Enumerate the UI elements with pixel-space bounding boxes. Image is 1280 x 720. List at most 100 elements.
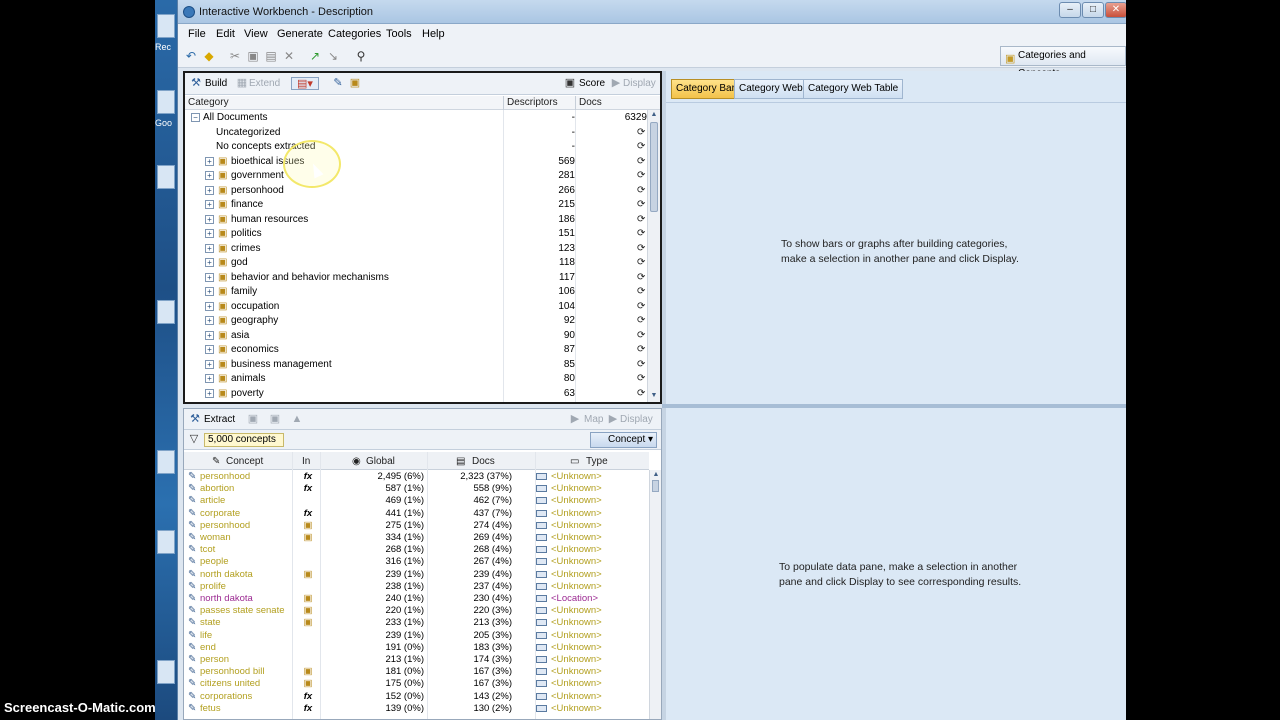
- concept-row[interactable]: ✎ corporate fx 441 (1%) 437 (7%) <Unknown>: [184, 508, 649, 520]
- extract-button[interactable]: Extract: [204, 414, 235, 425]
- desktop-app-icon[interactable]: [157, 165, 175, 189]
- paste-icon[interactable]: ▤: [264, 49, 278, 63]
- display-button[interactable]: Display: [620, 414, 653, 425]
- close-button[interactable]: ✕: [1105, 2, 1126, 18]
- category-row[interactable]: + ▣ animals 80 ⟳: [185, 372, 649, 387]
- refresh-icon[interactable]: ⟳: [637, 330, 645, 341]
- category-row[interactable]: + ▣ asia 90 ⟳: [185, 329, 649, 344]
- concept-row[interactable]: ✎ article 469 (1%) 462 (7%) <Unknown>: [184, 495, 649, 507]
- concept-row[interactable]: ✎ personhood bill ▣ 181 (0%) 167 (3%) <Unknow…: [184, 666, 649, 678]
- score-button[interactable]: Score: [579, 78, 605, 89]
- category-row[interactable]: No concepts extracted - ⟳: [185, 140, 649, 155]
- expand-icon[interactable]: +: [205, 258, 214, 267]
- refresh-icon[interactable]: ⟳: [637, 141, 645, 152]
- lightbulb-icon[interactable]: ◆: [202, 49, 216, 63]
- edit-icon[interactable]: ✎: [331, 77, 345, 90]
- desktop-app-icon[interactable]: [157, 660, 175, 684]
- menu-categories[interactable]: Categories: [328, 28, 381, 40]
- docs-column-header[interactable]: Docs: [579, 97, 602, 108]
- build-button[interactable]: Build: [205, 78, 227, 89]
- expand-icon[interactable]: +: [205, 200, 214, 209]
- expand-icon[interactable]: +: [205, 214, 214, 224]
- expand-icon[interactable]: +: [205, 359, 214, 369]
- menu-edit[interactable]: Edit: [216, 28, 235, 40]
- refresh-icon[interactable]: ⟳: [637, 199, 645, 210]
- menu-tools[interactable]: Tools: [386, 28, 412, 40]
- category-row[interactable]: + ▣ finance 215 ⟳: [185, 198, 649, 213]
- scroll-up-icon[interactable]: ▲: [652, 471, 660, 479]
- concept-row[interactable]: ✎ tcot 268 (1%) 268 (4%) <Unknown>: [184, 544, 649, 556]
- category-row[interactable]: + ▣ geography 92 ⟳: [185, 314, 649, 329]
- category-row[interactable]: + ▣ economics 87 ⟳: [185, 343, 649, 358]
- expand-icon[interactable]: +: [205, 316, 214, 325]
- expand-icon[interactable]: +: [205, 185, 214, 195]
- concept-row[interactable]: ✎ people 316 (1%) 267 (4%) <Unknown>: [184, 556, 649, 568]
- undo-icon[interactable]: ↶: [184, 49, 198, 63]
- bag-icon[interactable]: ▣: [268, 413, 282, 426]
- concept-row[interactable]: ✎ life 239 (1%) 205 (3%) <Unknown>: [184, 630, 649, 642]
- recycle-bin-icon[interactable]: [157, 14, 175, 38]
- expand-icon[interactable]: +: [205, 301, 214, 311]
- refresh-icon[interactable]: ⟳: [637, 344, 645, 355]
- expand-icon[interactable]: +: [205, 229, 214, 238]
- category-row[interactable]: − All Documents - 6329: [185, 111, 649, 126]
- concept-row[interactable]: ✎ citizens united ▣ 175 (0%) 167 (3%) <Unknow…: [184, 678, 649, 690]
- expand-icon[interactable]: +: [205, 156, 214, 166]
- refresh-icon[interactable]: ⟳: [637, 127, 645, 138]
- find-icon[interactable]: ⚲: [354, 49, 368, 63]
- category-row[interactable]: + ▣ politics 151 ⟳: [185, 227, 649, 242]
- docs-column-header[interactable]: Docs: [472, 456, 495, 467]
- desktop-app-icon[interactable]: [157, 300, 175, 324]
- menu-view[interactable]: View: [244, 28, 268, 40]
- refresh-icon[interactable]: ⟳: [637, 214, 645, 225]
- type-column-header[interactable]: Type: [586, 456, 608, 467]
- refresh-icon[interactable]: ⟳: [637, 315, 645, 326]
- scrollbar-thumb[interactable]: [650, 122, 658, 212]
- refresh-icon[interactable]: ⟳: [637, 286, 645, 297]
- extend-button[interactable]: Extend: [249, 78, 280, 89]
- concept-row[interactable]: ✎ fetus fx 139 (0%) 130 (2%) <Unknown>: [184, 703, 649, 715]
- bag-icon[interactable]: ▣: [348, 77, 362, 90]
- scrollbar-thumb[interactable]: [652, 480, 659, 492]
- refresh-icon[interactable]: ⟳: [637, 257, 645, 268]
- concept-row[interactable]: ✎ person 213 (1%) 174 (3%) <Unknown>: [184, 654, 649, 666]
- display-button[interactable]: Display: [623, 78, 656, 89]
- collapse-icon[interactable]: −: [191, 113, 200, 122]
- concept-row[interactable]: ✎ prolife 238 (1%) 237 (4%) <Unknown>: [184, 581, 649, 593]
- category-row[interactable]: + ▣ poverty 63 ⟳: [185, 387, 649, 402]
- desktop-app-icon[interactable]: [157, 530, 175, 554]
- expand-icon[interactable]: +: [205, 287, 214, 296]
- concept-row[interactable]: ✎ abortion fx 587 (1%) 558 (9%) <Unknown>: [184, 483, 649, 495]
- concept-row[interactable]: ✎ state ▣ 233 (1%) 213 (3%) <Unknown>: [184, 617, 649, 629]
- concept-row[interactable]: ✎ personhood ▣ 275 (1%) 274 (4%) <Unknown>: [184, 520, 649, 532]
- expand-icon[interactable]: +: [205, 171, 214, 180]
- tab-category-web[interactable]: Category Web: [734, 79, 808, 99]
- category-row[interactable]: + ▣ occupation 104 ⟳: [185, 300, 649, 315]
- category-dropdown-icon[interactable]: ▤▾: [291, 77, 319, 90]
- map-button[interactable]: Map: [584, 414, 603, 425]
- in-column-header[interactable]: In: [302, 456, 310, 467]
- expand-icon[interactable]: +: [205, 330, 214, 340]
- refresh-icon[interactable]: ⟳: [637, 228, 645, 239]
- desktop-app-icon[interactable]: [157, 90, 175, 114]
- category-column-header[interactable]: Category: [188, 97, 229, 108]
- refresh-icon[interactable]: ⟳: [637, 301, 645, 312]
- expand-icon[interactable]: +: [205, 388, 214, 398]
- expand-icon[interactable]: +: [205, 345, 214, 354]
- minimize-button[interactable]: –: [1059, 2, 1081, 18]
- categories-and-concepts-button[interactable]: ▣ Categories and Concepts: [1000, 46, 1126, 79]
- concept-row[interactable]: ✎ passes state senate ▣ 220 (1%) 220 (3%) <Un…: [184, 605, 649, 617]
- tab-category-bar[interactable]: Category Bar: [671, 79, 740, 99]
- concept-row[interactable]: ✎ personhood fx 2,495 (6%) 2,323 (37%) <Unkno…: [184, 471, 649, 483]
- category-row[interactable]: + ▣ business management 85 ⟳: [185, 358, 649, 373]
- menu-help[interactable]: Help: [422, 28, 445, 40]
- concept-count-field[interactable]: 5,000 concepts: [204, 433, 284, 447]
- delete-icon[interactable]: ✕: [282, 49, 296, 63]
- refresh-icon[interactable]: ⟳: [637, 359, 645, 370]
- category-row[interactable]: + ▣ human resources 186 ⟳: [185, 213, 649, 228]
- category-row[interactable]: Uncategorized - ⟳: [185, 126, 649, 141]
- refresh-icon[interactable]: ⟳: [637, 272, 645, 283]
- scroll-down-icon[interactable]: ▼: [650, 392, 658, 400]
- concept-row[interactable]: ✎ north dakota ▣ 240 (1%) 230 (4%) <Location>: [184, 593, 649, 605]
- category-row[interactable]: + ▣ family 106 ⟳: [185, 285, 649, 300]
